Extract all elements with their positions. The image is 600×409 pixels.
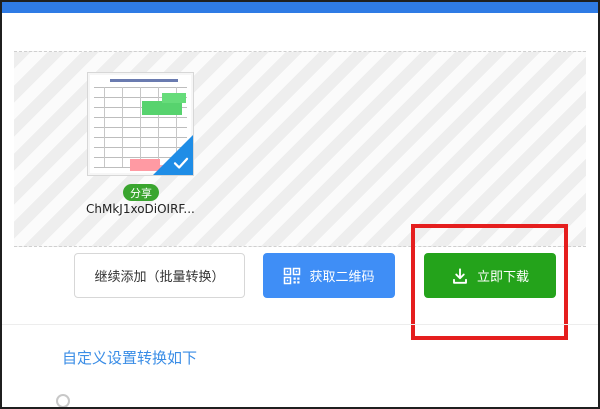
annotation-highlight-box xyxy=(411,224,568,340)
get-qr-code-label: 获取二维码 xyxy=(309,270,375,285)
thumbnail-title-line xyxy=(110,79,178,82)
thumbnail-highlight-green xyxy=(142,101,182,115)
file-thumbnail[interactable] xyxy=(87,72,194,176)
qr-code-icon xyxy=(284,267,301,284)
continue-add-label: 继续添加（批量转换） xyxy=(94,270,225,285)
thumbnail-grid-column xyxy=(104,87,105,167)
option-radio[interactable] xyxy=(56,394,70,407)
check-icon xyxy=(173,157,189,169)
continue-add-button[interactable]: 继续添加（批量转换） xyxy=(74,253,245,298)
share-button[interactable]: 分享 xyxy=(123,184,159,201)
top-accent-bar xyxy=(2,2,598,13)
custom-settings-link[interactable]: 自定义设置转换如下 xyxy=(62,347,197,368)
share-button-label: 分享 xyxy=(130,186,152,200)
section-divider xyxy=(2,324,598,325)
get-qr-code-button[interactable]: 获取二维码 xyxy=(263,253,395,298)
thumbnail-grid-column xyxy=(122,87,123,167)
app-window: 分享 ChMkJ1xoDiOIRF... 继续添加（批量转换） 获取二维码 立即… xyxy=(0,0,600,409)
thumbnail-grid-column xyxy=(140,87,141,167)
file-name: ChMkJ1xoDiOIRF... xyxy=(86,202,195,216)
thumbnail-highlight-green xyxy=(162,93,186,103)
